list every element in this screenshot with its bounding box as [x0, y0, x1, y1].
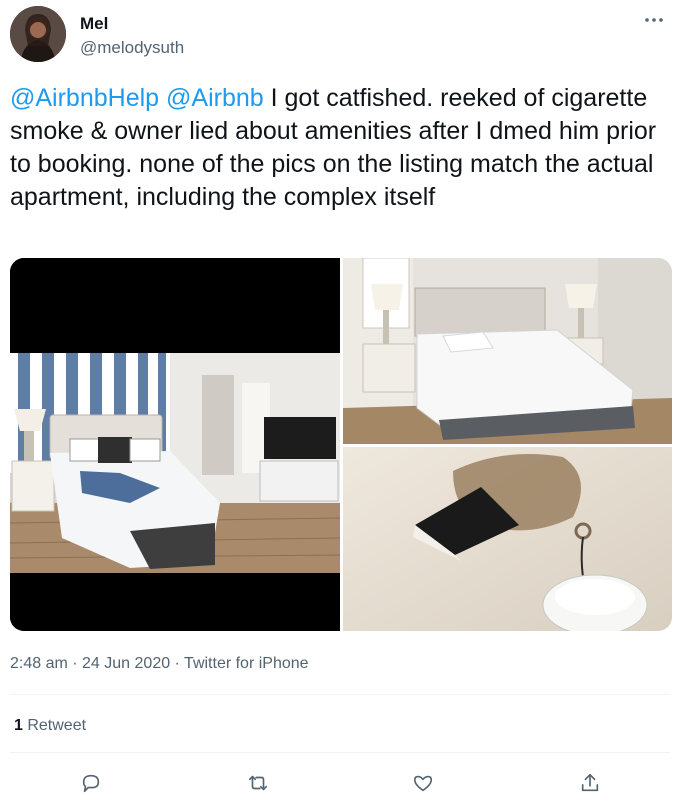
retweet-icon[interactable] — [243, 768, 273, 798]
retweet-stat[interactable]: 1 Retweet — [14, 717, 86, 735]
meta-separator: · — [67, 655, 83, 672]
retweet-label: Retweet — [22, 717, 87, 734]
media-grid — [10, 258, 672, 631]
avatar[interactable] — [10, 6, 66, 62]
user-handle[interactable]: @melodysuth — [80, 38, 184, 58]
reply-icon[interactable] — [76, 768, 106, 798]
meta-separator: · — [170, 655, 185, 672]
retweet-count: 1 — [14, 717, 23, 734]
tweet-time[interactable]: 2:48 am — [10, 655, 68, 672]
mention-airbnbhelp[interactable]: @AirbnbHelp — [10, 84, 159, 112]
tweet-text: @AirbnbHelp @Airbnb I got catfished. ree… — [10, 82, 660, 214]
divider — [10, 752, 670, 753]
tweet-source[interactable]: Twitter for iPhone — [184, 655, 309, 672]
user-name[interactable]: Mel — [80, 14, 108, 34]
mention-airbnb[interactable]: @Airbnb — [166, 84, 264, 112]
actual-bedroom-photo[interactable] — [343, 258, 672, 444]
divider — [10, 694, 670, 695]
share-icon[interactable] — [575, 768, 605, 798]
tweet-meta: 2:48 am · 24 Jun 2020 · Twitter for iPho… — [10, 655, 309, 673]
tweet-date[interactable]: 24 Jun 2020 — [82, 655, 170, 672]
listing-bedroom-photo[interactable] — [10, 258, 340, 631]
tweet-header: Mel @melodysuth — [10, 6, 670, 66]
like-icon[interactable] — [408, 768, 438, 798]
action-bar — [0, 768, 680, 798]
more-options-icon[interactable] — [642, 10, 666, 30]
damaged-ceiling-photo[interactable] — [343, 447, 672, 631]
